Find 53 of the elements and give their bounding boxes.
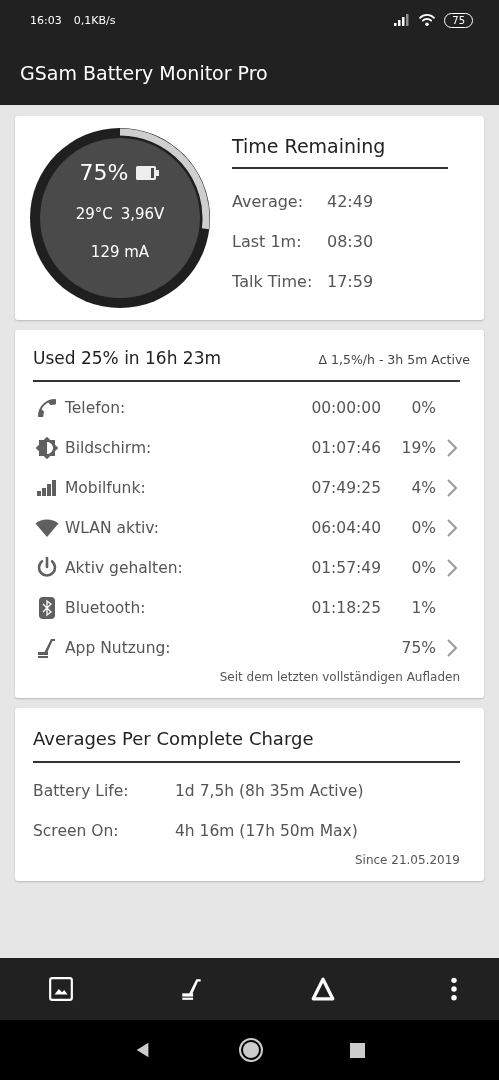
- usage-time: 06:04:40: [310, 519, 381, 537]
- section-title: Averages Per Complete Charge: [33, 728, 460, 763]
- usage-label: Bluetooth:: [65, 599, 147, 617]
- chevron-icon[interactable]: [446, 438, 458, 458]
- stat-label: Last 1m:: [232, 231, 303, 251]
- temperature: 29°C: [75, 205, 113, 223]
- stat-value: 08:30: [327, 231, 374, 251]
- footnote: Since 21.05.2019: [353, 853, 460, 867]
- usage-time: 01:07:46: [310, 439, 381, 457]
- usage-time: 01:57:49: [310, 559, 381, 577]
- chevron-icon[interactable]: [446, 638, 458, 658]
- chevron-icon[interactable]: [446, 478, 458, 498]
- chevron-icon[interactable]: [446, 558, 458, 578]
- chevron-icon[interactable]: [446, 518, 458, 538]
- usage-percent: 4%: [410, 479, 436, 497]
- section-title: Used 25% in 16h 23m: [33, 348, 222, 368]
- network-speed: 0,1KB/s: [73, 13, 116, 27]
- battery-percent: 75%: [79, 160, 129, 185]
- usage-percent: 75%: [400, 639, 436, 657]
- usage-percent: 0%: [410, 399, 436, 417]
- stat-value: 17:59: [327, 271, 374, 291]
- status-time: 16:03: [30, 13, 62, 27]
- app-title: GSam Battery Monitor Pro: [20, 61, 268, 84]
- section-title: Time Remaining: [232, 135, 448, 169]
- stat-value: 4h 16m (17h 50m Max): [175, 822, 358, 840]
- usage-percent: 19%: [400, 439, 436, 457]
- usage-label: WLAN aktiv:: [65, 519, 160, 537]
- stat-value: 1d 7,5h (8h 35m Active): [175, 782, 364, 800]
- usage-label: App Nutzung:: [65, 639, 172, 657]
- usage-label: Bildschirm:: [65, 439, 153, 457]
- signal-icon: [394, 14, 411, 26]
- stat-label: Battery Life:: [33, 782, 130, 800]
- stat-label: Talk Time:: [232, 271, 314, 291]
- usage-percent: 0%: [410, 519, 436, 537]
- usage-label: Telefon:: [65, 399, 127, 417]
- usage-label: Mobilfunk:: [65, 479, 147, 497]
- usage-label: Aktiv gehalten:: [65, 559, 184, 577]
- usage-percent: 1%: [410, 599, 436, 617]
- wifi-icon: [418, 13, 437, 27]
- stat-value: 42:49: [327, 191, 374, 211]
- usage-percent: 0%: [410, 559, 436, 577]
- footnote: Seit dem letzten vollständigen Aufladen: [218, 670, 460, 684]
- phone-icon: [35, 396, 59, 420]
- usage-time: 01:18:25: [310, 599, 381, 617]
- voltage: 3,96V: [120, 205, 165, 223]
- stat-label: Average:: [232, 191, 305, 211]
- stat-label: Screen On:: [33, 822, 120, 840]
- usage-time: 07:49:25: [310, 479, 381, 497]
- drain-rate: Δ 1,5%/h - 3h 5m Active: [318, 352, 470, 367]
- usage-time: 00:00:00: [310, 399, 381, 417]
- current: 129 mA: [90, 243, 150, 261]
- brightness-icon: [35, 436, 59, 460]
- power-icon: [35, 556, 59, 580]
